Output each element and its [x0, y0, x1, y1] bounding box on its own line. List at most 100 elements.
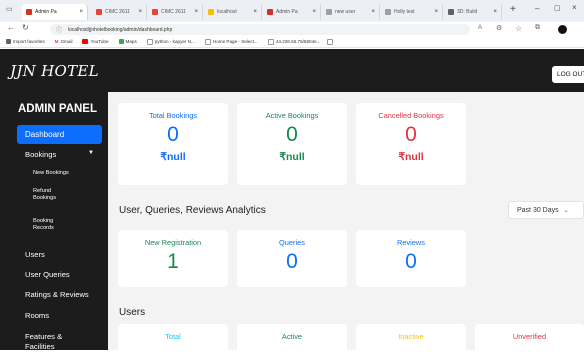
close-tab-icon[interactable]: × [138, 9, 142, 15]
read-aloud-icon[interactable]: A [478, 25, 482, 31]
total-bookings-card[interactable]: Total Bookings 0 ₹null [118, 103, 228, 185]
browser-tab-7[interactable]: Holly test × [381, 4, 443, 20]
card-label: Active Bookings [265, 111, 319, 120]
bookmark-youtube[interactable]: YouTube [82, 39, 109, 44]
page-icon [267, 38, 274, 45]
bookmark-import-favorites[interactable]: Import favorites [6, 39, 45, 44]
browser-tab-3[interactable]: CIMC 2611 × [148, 4, 203, 20]
bookmark-label: 44.226.55.75/5604e... [275, 39, 321, 44]
sidebar-item-users[interactable]: Users [25, 250, 45, 259]
extensions-icon[interactable]: ⚙ [496, 24, 502, 32]
maximize-icon[interactable]: ▢ [554, 4, 561, 12]
page-icon [146, 38, 153, 45]
card-count: 0 [286, 250, 298, 273]
sidebar-item-ratings-reviews[interactable]: Ratings & Reviews [25, 290, 89, 299]
sidebar-title: ADMIN PANEL [18, 103, 98, 115]
favicon-icon [152, 9, 158, 15]
close-tab-icon[interactable]: × [371, 9, 375, 15]
queries-card[interactable]: Queries 0 [237, 230, 347, 287]
collections-icon[interactable]: ⧉ [535, 24, 540, 32]
favicon-icon [96, 9, 102, 15]
browser-tab-5[interactable]: Admin Pa × [263, 4, 321, 20]
folder-icon [6, 39, 11, 44]
minimize-icon[interactable]: – [535, 4, 539, 13]
maps-icon [118, 39, 124, 44]
url-text: localhost/jjnhotelbooking/admin/dashboar… [68, 26, 173, 33]
browser-tab-8[interactable]: 3D: Build × [444, 4, 502, 20]
card-label: Reviews [397, 238, 425, 247]
card-label: Queries [279, 238, 305, 247]
reviews-card[interactable]: Reviews 0 [356, 230, 466, 287]
sidebar-item-features-facilities[interactable]: Features & Facilities [25, 332, 85, 352]
card-label: Unverified [512, 332, 547, 341]
card-amount: ₹null [160, 151, 186, 163]
profile-avatar[interactable] [558, 25, 567, 34]
card-count: 0 [405, 123, 417, 146]
tab-label: CIMC 2611 [161, 9, 186, 15]
logout-button[interactable]: LOG OUT [552, 66, 584, 83]
card-label: Cancelled Bookings [378, 111, 444, 120]
caret-down-icon[interactable]: ▼ [88, 150, 94, 156]
card-label: Active [281, 332, 303, 341]
bookmark-label: python - kapyer N... [154, 39, 195, 44]
tab-label: Holly test [394, 9, 415, 15]
browser-tab-4[interactable]: localhost × [204, 4, 262, 20]
favicon-icon [448, 9, 454, 15]
bookmarks-bar: Import favorites M Gmail YouTube Maps pyt… [0, 36, 584, 48]
sidebar-item-rooms[interactable]: Rooms [25, 311, 49, 320]
favicon-icon [267, 9, 273, 15]
sidebar-item-refund-bookings[interactable]: Refund Bookings [33, 188, 73, 202]
browser-tab-2[interactable]: CIMC 2611 × [92, 4, 147, 20]
browser-tab-6[interactable]: new user × [322, 4, 380, 20]
favorites-star-icon[interactable]: ☆ [515, 24, 522, 33]
tab-label: Admin Pa [276, 9, 298, 15]
bookmark-label: Import favorites [13, 39, 45, 44]
sidebar-item-bookings[interactable]: Bookings [25, 150, 56, 159]
sidebar-item-booking-records[interactable]: Booking Records [33, 218, 73, 232]
info-icon: ⓘ [56, 28, 63, 34]
card-amount: ₹null [398, 151, 424, 163]
browser-tab-1[interactable]: Admin Pa × [22, 4, 88, 20]
card-label: New Registration [144, 238, 202, 247]
new-registration-card[interactable]: New Registration 1 [118, 230, 228, 287]
bookmark-gmail[interactable]: M Gmail [55, 39, 73, 44]
card-label: Total [165, 332, 181, 341]
close-tab-icon[interactable]: × [194, 9, 198, 15]
url-field[interactable]: ⓘ localhost/jjnhotelbooking/admin/dashbo… [50, 24, 470, 35]
close-tab-icon[interactable]: × [312, 9, 316, 15]
gmail-icon: M [54, 39, 59, 44]
cancelled-bookings-card[interactable]: Cancelled Bookings 0 ₹null [356, 103, 466, 185]
sidebar-item-user-queries[interactable]: User Queries [25, 270, 70, 279]
favicon-icon [208, 9, 214, 15]
tab-menu-icon[interactable]: ▭ [6, 5, 13, 13]
favicon-icon [26, 9, 32, 15]
users-title: Users [119, 307, 146, 318]
sidebar-item-dashboard[interactable]: Dashboard [17, 125, 102, 144]
reload-icon[interactable]: ↻ [22, 23, 29, 32]
tab-label: Admin Pa [35, 9, 57, 15]
tab-label: localhost [217, 9, 237, 15]
bookmark-maps[interactable]: Maps [118, 39, 137, 44]
card-count: 0 [405, 250, 417, 273]
active-bookings-card[interactable]: Active Bookings 0 ₹null [237, 103, 347, 185]
sidebar-item-new-bookings[interactable]: New Bookings [33, 170, 69, 177]
brand-logo[interactable]: JJN HOTEL [10, 62, 99, 80]
bookmark-home-page[interactable]: Home Page - Select... [204, 38, 258, 45]
new-tab-icon[interactable]: + [510, 4, 516, 15]
close-tab-icon[interactable]: × [253, 9, 257, 15]
card-label: Inactive [398, 332, 424, 341]
close-tab-icon[interactable]: × [493, 9, 497, 15]
card-label: Total Bookings [148, 111, 198, 120]
period-select[interactable]: Past 30 Days ⌄ [508, 201, 584, 219]
bookmark-label: Maps [125, 39, 137, 44]
close-tab-icon[interactable]: × [79, 9, 83, 15]
tab-label: CIMC 2611 [105, 9, 130, 15]
bookmark-ip[interactable]: 44.226.55.75/5604e... [267, 38, 333, 45]
close-window-icon[interactable]: × [572, 3, 577, 12]
back-icon[interactable]: ← [7, 23, 15, 32]
card-amount: ₹null [279, 151, 305, 163]
tab-label: 3D: Build [457, 9, 478, 15]
close-tab-icon[interactable]: × [434, 9, 438, 15]
bookmark-python[interactable]: python - kapyer N... [146, 38, 195, 45]
favicon-icon [385, 9, 391, 15]
